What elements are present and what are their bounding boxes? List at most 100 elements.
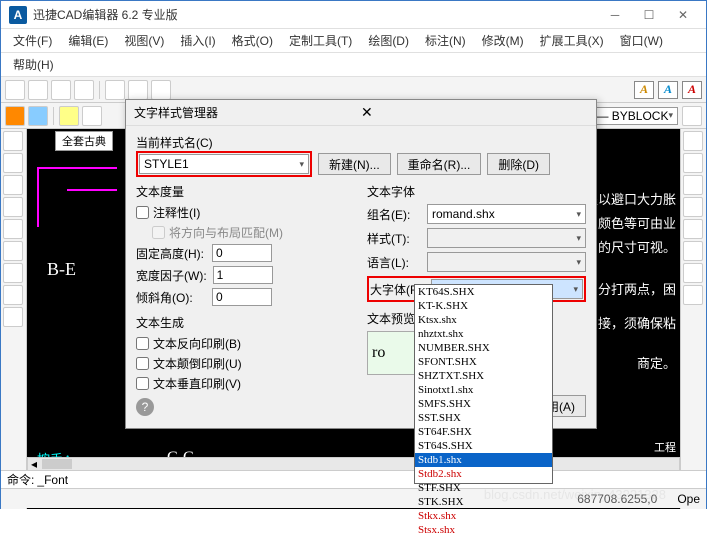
backwards-checkbox[interactable] [136,337,149,350]
dropdown-item[interactable]: Sinotxt1.shx [415,383,552,397]
menu-window[interactable]: 窗口(W) [614,30,669,51]
dropdown-item[interactable]: Stsx.shx [415,523,552,537]
mod-tool-icon[interactable] [683,153,703,173]
style-label: 样式(T): [367,230,421,247]
lang-label: 语言(L): [367,254,421,271]
delete-button[interactable]: 删除(D) [487,153,550,175]
menu-insert[interactable]: 插入(I) [174,30,221,51]
text-style-a-icon[interactable]: A [634,81,654,99]
draw-tool-icon[interactable] [3,219,23,239]
mod-tool-icon[interactable] [683,241,703,261]
dropdown-item[interactable]: Stdb2.shx [415,467,552,481]
current-style-combo[interactable]: STYLE1▾ [139,154,309,174]
mod-tool-icon[interactable] [683,263,703,283]
menu-bar: 文件(F) 编辑(E) 视图(V) 插入(I) 格式(O) 定制工具(T) 绘图… [1,29,706,53]
dropdown-item[interactable]: Ktsx.shx [415,313,552,327]
dropdown-item[interactable]: KT-K.SHX [415,299,552,313]
cad-text: 的尺寸可视。 [598,237,676,256]
tool-icon[interactable] [682,106,702,126]
text-style-a-icon[interactable]: A [658,81,678,99]
bigfont-dropdown-list[interactable]: KT64S.SHXKT-K.SHXKtsx.shxnhztxt.shxNUMBE… [414,284,553,484]
tool-icon[interactable] [28,80,48,100]
group-name-combo[interactable]: romand.shx▾ [427,204,586,224]
tool-icon[interactable] [59,106,79,126]
right-toolbar [680,129,706,509]
menu-help[interactable]: 帮助(H) [7,54,60,75]
draw-tool-icon[interactable] [3,175,23,195]
title-bar: A 迅捷CAD编辑器 6.2 专业版 ─ ☐ ✕ [1,1,706,29]
dropdown-item[interactable]: KT64S.SHX [415,285,552,299]
annotative-checkbox[interactable] [136,206,149,219]
draw-tool-icon[interactable] [3,153,23,173]
mod-tool-icon[interactable] [683,175,703,195]
vertical-checkbox[interactable] [136,377,149,390]
cad-text: 颇色等可由业 [598,213,676,232]
dialog-close-icon[interactable]: ✕ [357,104,588,121]
dropdown-item[interactable]: STF.SHX [415,481,552,495]
draw-tool-icon[interactable] [3,307,23,327]
tool-icon[interactable] [28,106,48,126]
tool-icon[interactable] [74,80,94,100]
dropdown-item[interactable]: SHZTXT.SHX [415,369,552,383]
dropdown-item[interactable]: SMFS.SHX [415,397,552,411]
cad-text: 商定。 [637,353,676,372]
menu-dim[interactable]: 标注(N) [419,30,472,51]
match-orient-checkbox [152,226,165,239]
fixed-height-input[interactable] [212,244,272,262]
oblique-input[interactable] [212,288,272,306]
draw-tool-icon[interactable] [3,263,23,283]
dropdown-item[interactable]: SST.SHX [415,411,552,425]
cad-text: 接，须确保粘 [598,313,676,332]
tool-icon[interactable] [5,80,25,100]
menu-edit[interactable]: 编辑(E) [62,30,114,51]
command-bar[interactable]: 命令: _Font [1,470,706,488]
width-factor-input[interactable] [213,266,273,284]
upside-checkbox[interactable] [136,357,149,370]
menu-file[interactable]: 文件(F) [7,30,58,51]
draw-tool-icon[interactable] [3,241,23,261]
dropdown-item[interactable]: Stdb1.shx [415,453,552,467]
mod-tool-icon[interactable] [683,197,703,217]
status-ope: Ope [677,492,700,506]
tool-icon[interactable] [105,80,125,100]
cad-text: 分打两点，困 [598,279,676,298]
mod-tool-icon[interactable] [683,219,703,239]
oblique-label: 倾斜角(O): [136,289,206,306]
tool-icon[interactable] [151,80,171,100]
byblock-combo[interactable]: — BYBLOCK▾ [591,107,678,125]
dropdown-item[interactable]: STK.SHX [415,495,552,509]
menu-format[interactable]: 格式(O) [226,30,279,51]
text-style-a-icon[interactable]: A [682,81,702,99]
tool-icon[interactable] [82,106,102,126]
menu-custom[interactable]: 定制工具(T) [283,30,358,51]
dropdown-item[interactable]: ST64S.SHX [415,439,552,453]
mod-tool-icon[interactable] [683,131,703,151]
dropdown-item[interactable]: Stkx.shx [415,509,552,523]
dropdown-item[interactable]: SFONT.SHX [415,355,552,369]
h-scrollbar[interactable]: ◂ [27,457,680,471]
lang-combo[interactable]: ▾ [427,252,586,272]
new-button[interactable]: 新建(N)... [318,153,391,175]
tool-icon[interactable] [51,80,71,100]
draw-tool-icon[interactable] [3,131,23,151]
app-icon: A [9,6,27,24]
menu-draw[interactable]: 绘图(D) [362,30,415,51]
rename-button[interactable]: 重命名(R)... [397,153,482,175]
tool-icon[interactable] [5,106,25,126]
dropdown-item[interactable]: nhztxt.shx [415,327,552,341]
minimize-button[interactable]: ─ [600,5,630,25]
close-button[interactable]: ✕ [668,5,698,25]
menu-ext[interactable]: 扩展工具(X) [534,30,610,51]
dropdown-item[interactable]: ST64F.SHX [415,425,552,439]
menu-view[interactable]: 视图(V) [118,30,170,51]
menu-modify[interactable]: 修改(M) [476,30,530,51]
dropdown-item[interactable]: NUMBER.SHX [415,341,552,355]
mod-tool-icon[interactable] [683,285,703,305]
style-combo[interactable]: ▾ [427,228,586,248]
help-icon[interactable]: ? [136,398,154,416]
draw-tool-icon[interactable] [3,285,23,305]
drawing-tab[interactable]: 全套古典 [55,131,113,151]
maximize-button[interactable]: ☐ [634,5,664,25]
draw-tool-icon[interactable] [3,197,23,217]
tool-icon[interactable] [128,80,148,100]
